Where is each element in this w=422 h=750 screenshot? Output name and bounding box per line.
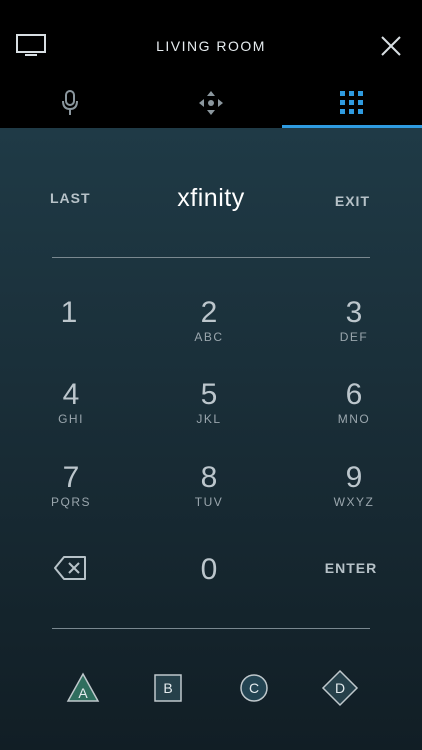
key-number: 6 [345, 378, 363, 411]
key-number: 1 [60, 296, 78, 329]
tab-voice[interactable] [0, 78, 140, 128]
tab-navigation[interactable] [141, 78, 281, 128]
key-number: 9 [345, 461, 363, 494]
key-7[interactable]: 7 PQRS [26, 461, 116, 510]
key-3[interactable]: 3 DEF [309, 296, 399, 345]
key-letters: DEF [339, 330, 369, 344]
exit-button[interactable]: EXIT [335, 193, 370, 209]
key-number: 8 [200, 461, 218, 494]
key-letters: PQRS [50, 495, 91, 509]
top-divider [52, 257, 370, 258]
button-d-label: D [334, 680, 346, 696]
key-letters: GHI [58, 412, 84, 426]
key-9[interactable]: 9 WXYZ [309, 461, 399, 510]
keypad-icon [340, 91, 363, 114]
key-letters: ABC [194, 330, 224, 344]
key-1[interactable]: 1 [24, 298, 114, 330]
button-d[interactable]: D [320, 668, 360, 708]
key-4[interactable]: 4 GHI [26, 378, 116, 427]
close-icon[interactable] [380, 35, 402, 57]
key-letters: WXYZ [333, 495, 375, 509]
enter-button[interactable]: ENTER [306, 560, 396, 576]
key-letters: TUV [194, 495, 224, 509]
room-title: LIVING ROOM [156, 38, 266, 54]
button-a-label: A [78, 685, 88, 701]
dpad-icon [199, 91, 223, 115]
key-number: 2 [200, 296, 218, 329]
button-b[interactable]: B [148, 668, 188, 708]
keypad-panel: LAST xfinity EXIT 1 2 ABC 3 DEF 4 GHI 5 … [0, 128, 422, 750]
backspace-icon[interactable] [53, 554, 89, 582]
button-a[interactable]: A [63, 668, 103, 708]
key-2[interactable]: 2 ABC [164, 296, 254, 345]
key-5[interactable]: 5 JKL [164, 378, 254, 427]
key-letters: MNO [337, 412, 371, 426]
key-number: 0 [200, 553, 218, 586]
key-number: 5 [200, 378, 218, 411]
microphone-icon [62, 90, 78, 115]
key-letters: JKL [196, 412, 222, 426]
button-b-label: B [163, 680, 173, 696]
key-number: 3 [345, 296, 363, 329]
tab-keypad[interactable] [282, 78, 422, 128]
key-number: 7 [62, 461, 80, 494]
key-8[interactable]: 8 TUV [164, 461, 254, 510]
remote-tabs [0, 78, 422, 128]
button-c[interactable]: C [234, 668, 274, 708]
button-c-label: C [248, 680, 260, 696]
key-6[interactable]: 6 MNO [309, 378, 399, 427]
key-number: 4 [62, 378, 80, 411]
bottom-divider [52, 628, 370, 629]
key-0[interactable]: 0 [164, 555, 254, 585]
